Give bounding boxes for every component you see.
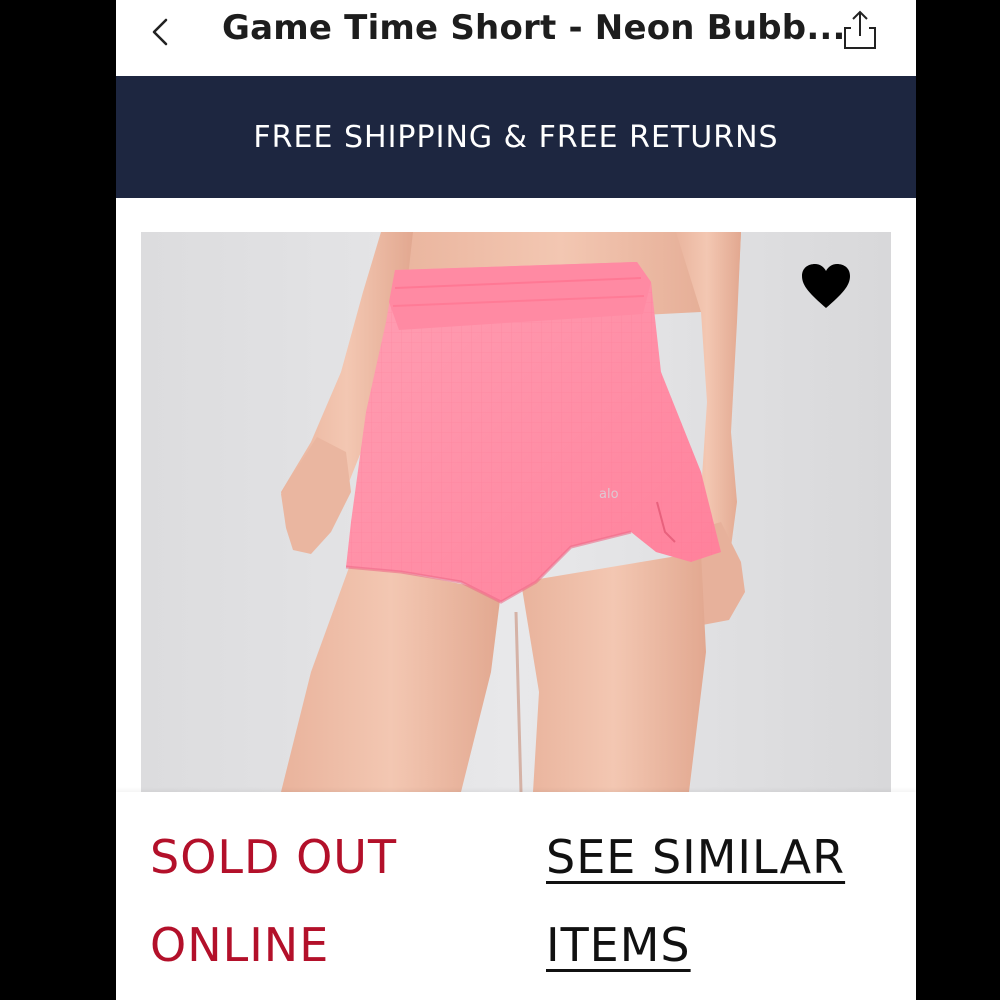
share-button[interactable] — [840, 8, 880, 52]
see-similar-items-link[interactable]: SEE SIMILAR — [546, 830, 845, 884]
promo-text: FREE SHIPPING & FREE RETURNS — [253, 119, 779, 155]
sold-out-online-label: ONLINE — [150, 918, 330, 972]
sold-out-label: SOLD OUT — [150, 830, 398, 884]
promo-banner: FREE SHIPPING & FREE RETURNS — [116, 76, 916, 198]
back-button[interactable] — [142, 12, 182, 52]
page-title: Game Time Short - Neon Bubb... — [222, 8, 846, 48]
see-similar-items-link-line2[interactable]: ITEMS — [546, 918, 691, 972]
product-photo: alo — [141, 232, 891, 792]
product-image[interactable]: alo — [141, 232, 891, 792]
app-screen: Game Time Short - Neon Bubb... FREE SHIP… — [116, 0, 916, 1000]
chevron-left-icon — [152, 18, 168, 46]
heart-icon — [802, 264, 850, 308]
share-icon — [844, 10, 876, 49]
brand-logo-text: alo — [599, 487, 619, 502]
availability-bar: SOLD OUT ONLINE SEE SIMILAR ITEMS — [116, 792, 916, 1000]
top-nav-bar: Game Time Short - Neon Bubb... — [116, 0, 916, 76]
wishlist-button[interactable] — [800, 262, 852, 312]
